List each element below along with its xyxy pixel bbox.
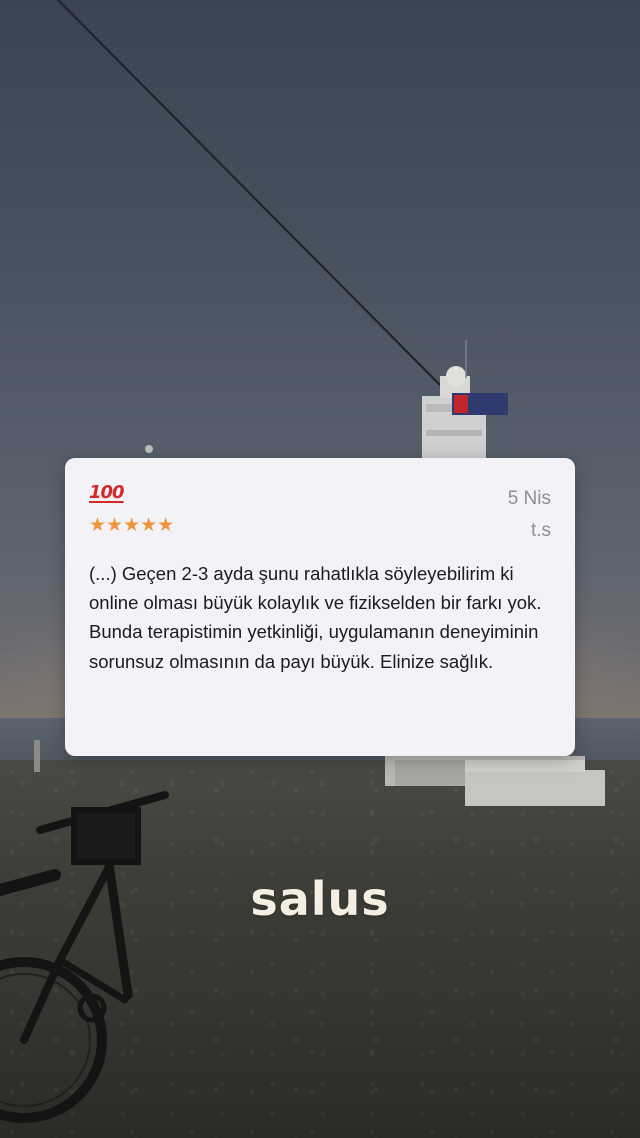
rating-stars: ★★★★★: [89, 514, 175, 536]
buoy: [34, 740, 40, 772]
review-text: (...) Geçen 2-3 ayda şunu rahatlıkla söy…: [89, 563, 542, 672]
lighthouse-base: [385, 756, 605, 806]
review-meta: 5 Nis t.s: [508, 483, 551, 547]
review-author: t.s: [530, 520, 551, 541]
bicycle: [0, 791, 169, 1123]
review-date: 5 Nis: [507, 488, 551, 509]
power-line: [57, 0, 441, 386]
moon: [145, 445, 153, 453]
hundred-points-icon: 100: [89, 482, 125, 503]
brand-logo: salus: [250, 872, 390, 926]
lighthouse-top: [422, 340, 508, 458]
review-card: 100 ★★★★★ 5 Nis t.s (...) Geçen 2-3 ayda…: [65, 458, 575, 756]
